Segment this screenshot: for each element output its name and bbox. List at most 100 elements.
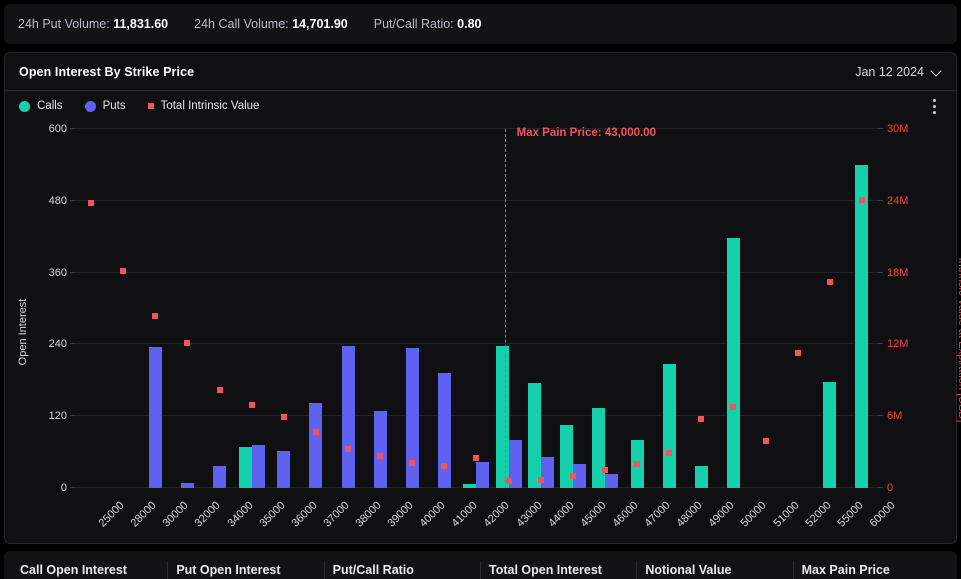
intrinsic-value-point[interactable] (698, 415, 705, 422)
chart-category[interactable]: 28000 (107, 129, 159, 530)
legend-label: Calls (37, 100, 63, 112)
y2-axis-label: 30M (887, 123, 909, 135)
topbar-stat-value: 14,701.90 (292, 17, 348, 31)
intrinsic-value-point[interactable] (537, 476, 544, 483)
chart-category[interactable]: 52000 (782, 129, 833, 530)
intrinsic-value-point[interactable] (762, 438, 769, 445)
intrinsic-value-point[interactable] (248, 402, 255, 409)
bar-puts[interactable] (251, 444, 265, 488)
bar-puts[interactable] (476, 461, 490, 488)
chart-category[interactable]: 43000 (493, 129, 544, 530)
card-header: Open Interest By Strike Price Jan 12 202… (5, 53, 956, 91)
chart-category[interactable]: 60000 (846, 129, 898, 530)
chart-category[interactable]: 44000 (525, 129, 576, 530)
bar-puts[interactable] (540, 456, 554, 488)
bar-puts[interactable] (341, 345, 355, 488)
bar-calls[interactable] (855, 164, 869, 488)
intrinsic-value-point[interactable] (473, 455, 480, 462)
date-picker-label: Jan 12 2024 (855, 64, 924, 79)
intrinsic-value-point[interactable] (312, 428, 319, 435)
chart-category[interactable]: 45000 (557, 129, 609, 530)
chart-category[interactable]: 25000 (75, 129, 127, 530)
intrinsic-value-point[interactable] (441, 463, 448, 470)
topbar-stat: Put/Call Ratio: 0.80 (374, 17, 482, 31)
bar-calls[interactable] (238, 447, 252, 488)
stat-label: Notional Value (645, 563, 732, 577)
chart-category[interactable]: 35000 (236, 129, 287, 530)
chart-category[interactable]: 34000 (203, 129, 255, 530)
bar-puts[interactable] (277, 450, 291, 488)
topbar-stat-label: 24h Call Volume: (194, 17, 289, 31)
chart-category[interactable]: 38000 (332, 129, 384, 530)
y2-axis-tick (878, 487, 883, 488)
intrinsic-value-point[interactable] (152, 312, 159, 319)
intrinsic-value-point[interactable] (858, 196, 865, 203)
intrinsic-value-point[interactable] (569, 473, 576, 480)
chart-category[interactable]: 36000 (268, 129, 319, 530)
intrinsic-value-point[interactable] (634, 461, 641, 468)
bar-puts[interactable] (309, 403, 323, 488)
intrinsic-value-point[interactable] (666, 450, 673, 457)
bar-calls[interactable] (495, 345, 509, 488)
chart-category[interactable]: 55000 (814, 129, 865, 530)
chart-category[interactable]: 37000 (300, 129, 352, 530)
topbar-stat-value: 0.80 (457, 17, 482, 31)
legend-item-puts[interactable]: Puts (84, 100, 126, 112)
intrinsic-value-point[interactable] (88, 200, 95, 207)
max-pain-line (505, 129, 506, 488)
chart-category[interactable]: 47000 (621, 129, 673, 530)
y2-axis-tick (878, 271, 883, 273)
y-axis-label: 480 (48, 194, 67, 207)
chart-category[interactable]: 50000 (717, 129, 769, 530)
bar-puts[interactable] (373, 411, 387, 488)
intrinsic-value-point[interactable] (120, 268, 127, 275)
bar-puts[interactable] (604, 473, 618, 488)
stat-card: Max Pain Price$43,000.00 (792, 561, 949, 579)
stat-card: Put/Call Ratio0.67 (323, 561, 480, 579)
bar-calls[interactable] (694, 466, 708, 488)
intrinsic-value-point[interactable] (184, 340, 191, 347)
date-picker[interactable]: Jan 12 2024 (855, 65, 942, 79)
chart-category[interactable]: 42000 (460, 129, 512, 530)
bar-puts[interactable] (213, 466, 227, 488)
x-axis-label: 37000 (321, 499, 352, 530)
chart-category[interactable]: 49000 (685, 129, 737, 530)
open-interest-card: Open Interest By Strike Price Jan 12 202… (4, 52, 961, 544)
bar-calls[interactable] (591, 407, 605, 488)
stat-label: Put Open Interest (176, 563, 281, 577)
intrinsic-value-point[interactable] (730, 403, 737, 410)
bar-puts[interactable] (180, 483, 194, 488)
intrinsic-value-point[interactable] (345, 445, 351, 452)
bar-calls[interactable] (463, 484, 477, 488)
bar-calls[interactable] (527, 382, 541, 488)
y2-axis-label: 12M (887, 338, 909, 351)
intrinsic-value-point[interactable] (505, 477, 512, 484)
x-axis-label: 50000 (738, 499, 770, 530)
chart-category[interactable]: 51000 (750, 129, 801, 530)
chart-category[interactable]: 32000 (171, 129, 223, 530)
bar-puts[interactable] (148, 346, 162, 488)
chart-category[interactable]: 48000 (653, 129, 705, 530)
chart-category[interactable]: 41000 (428, 129, 480, 530)
bar-calls[interactable] (662, 363, 676, 488)
bar-calls[interactable] (823, 381, 837, 488)
legend-item-calls[interactable]: Calls (19, 100, 63, 112)
intrinsic-value-point[interactable] (216, 386, 223, 393)
bar-calls[interactable] (726, 237, 740, 488)
more-options-icon[interactable] (926, 97, 942, 115)
intrinsic-value-point[interactable] (601, 467, 608, 474)
bar-puts[interactable] (405, 348, 419, 488)
chart-category[interactable]: 46000 (589, 129, 641, 530)
intrinsic-value-point[interactable] (377, 452, 384, 459)
legend-label: Puts (102, 100, 126, 112)
chart-category[interactable]: 30000 (139, 129, 191, 530)
intrinsic-value-point[interactable] (409, 459, 416, 466)
intrinsic-value-point[interactable] (280, 414, 287, 421)
legend-item-total-intrinsic-value[interactable]: Total Intrinsic Value (147, 100, 259, 112)
x-axis-label: 41000 (449, 499, 481, 530)
intrinsic-value-point[interactable] (826, 279, 833, 286)
intrinsic-value-point[interactable] (794, 349, 801, 356)
bar-puts[interactable] (437, 373, 451, 488)
chart-category[interactable]: 39000 (364, 129, 416, 530)
chart-category[interactable]: 40000 (396, 129, 448, 530)
